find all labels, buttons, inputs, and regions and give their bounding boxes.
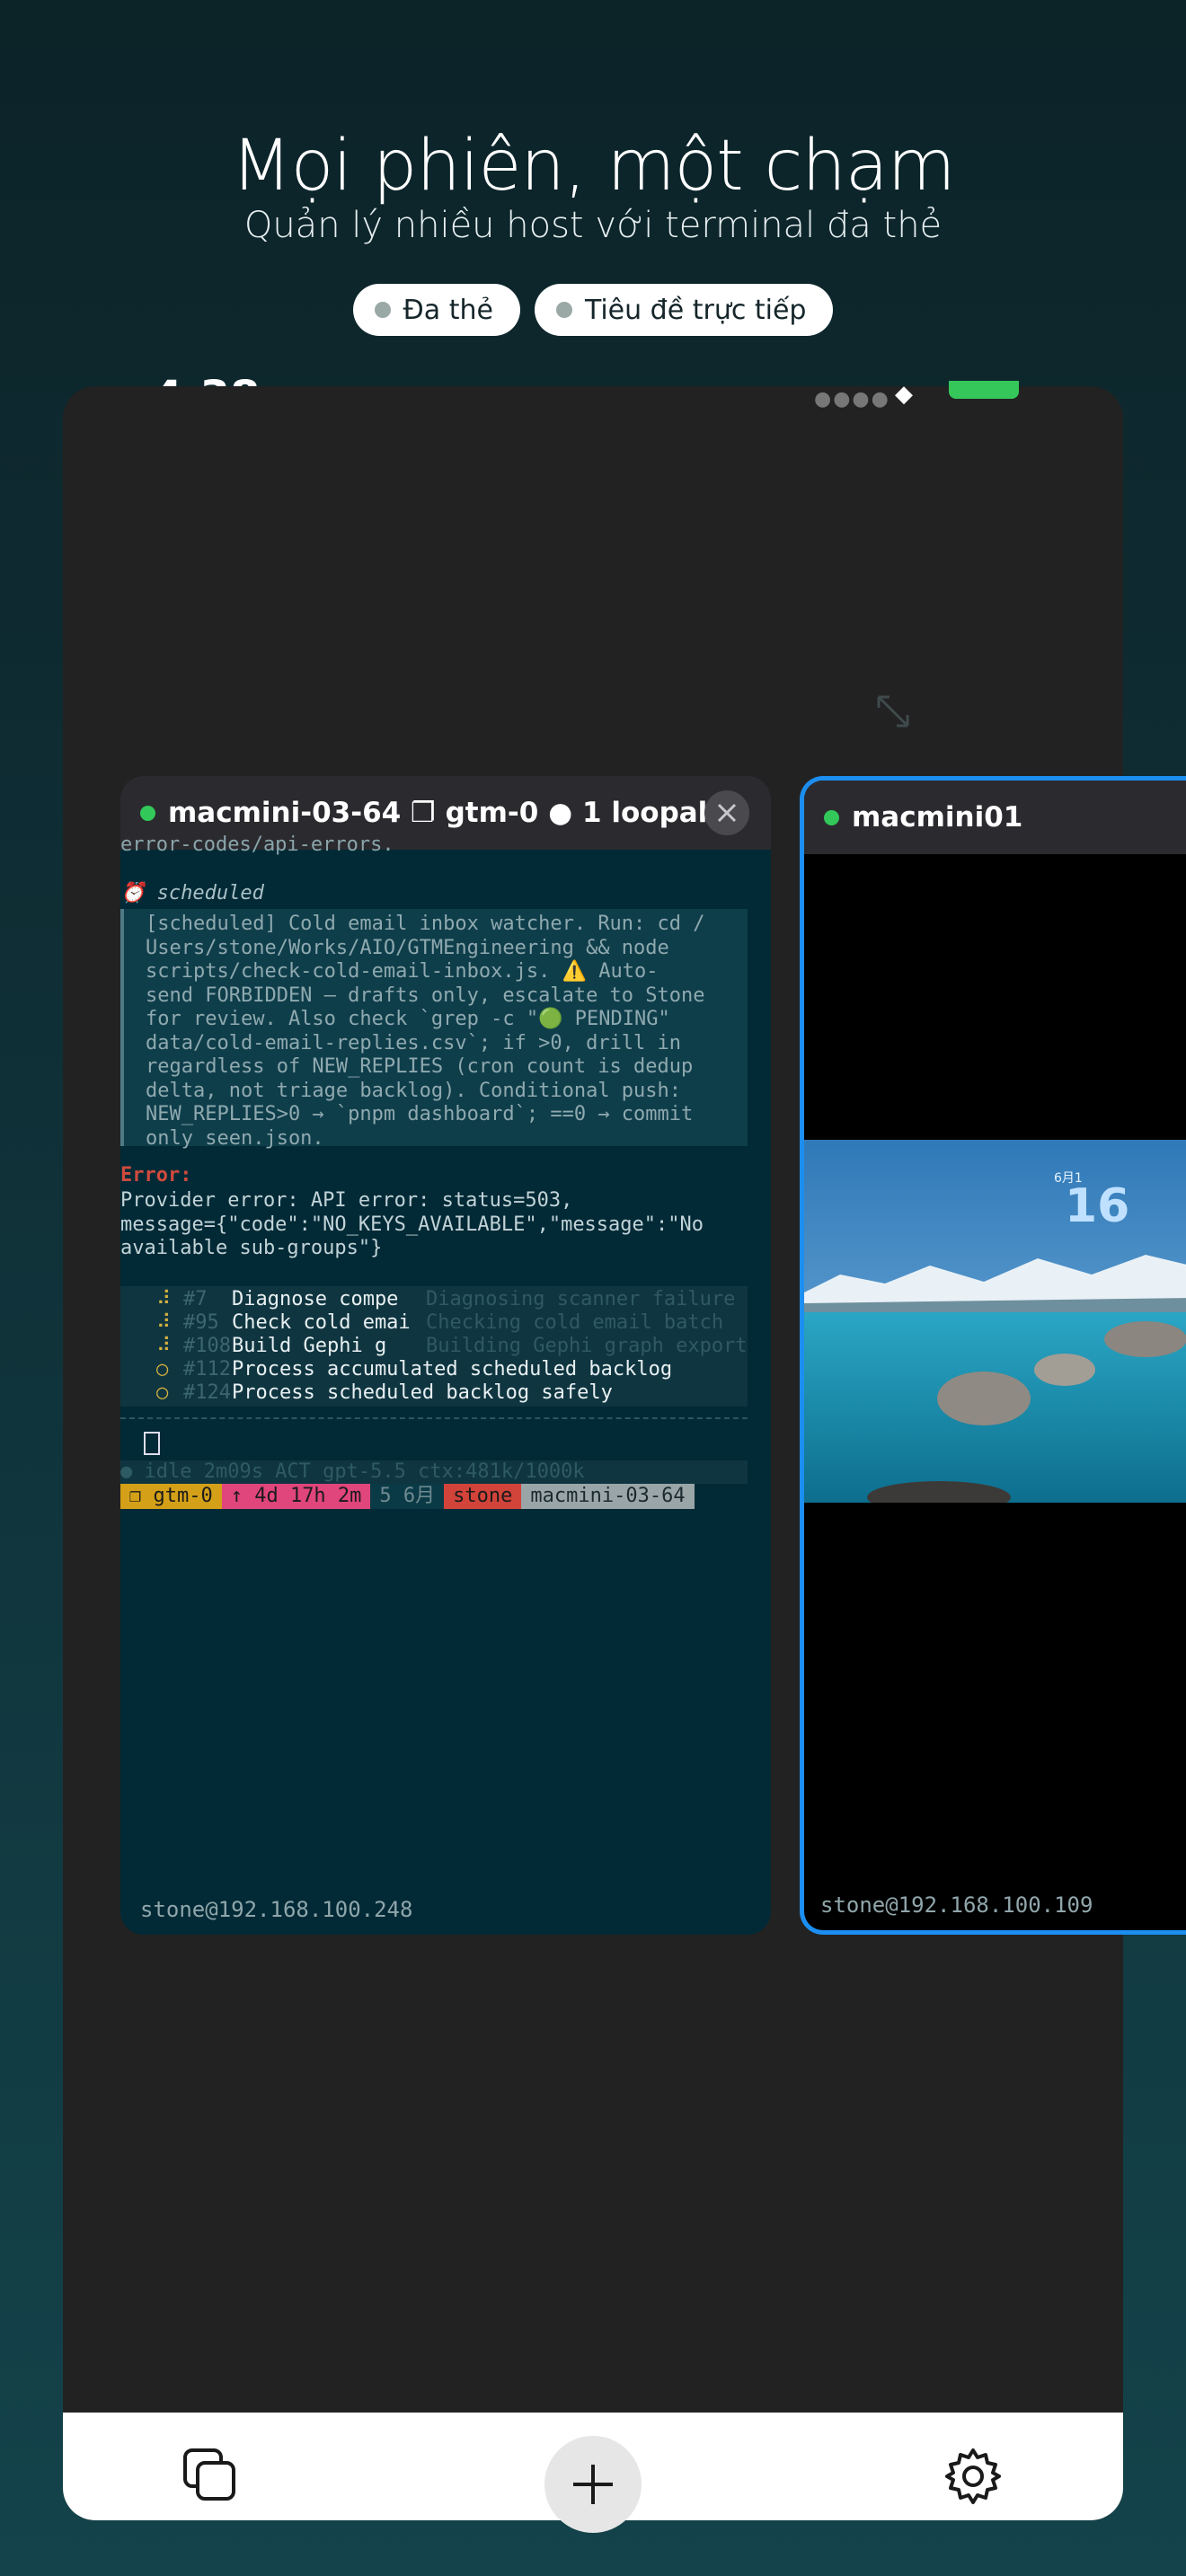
terminal-cursor	[144, 1432, 160, 1455]
session-card-macmini01[interactable]: macmini01 6月1 16 stone@192.168.100.109	[800, 776, 1186, 1935]
terminal-line: only seen.json.	[146, 1126, 324, 1150]
status-time: 4:38	[153, 341, 260, 386]
terminal-line: Provider error: API error: status=503,	[120, 1189, 573, 1212]
task-row: ⠼ #95 Check cold emai Checking cold emai…	[120, 1311, 748, 1335]
tmux-status-bar: ❐ gtm-0 ↑ 4d 17h 2m 5 6月 stone macmini-0…	[120, 1484, 771, 1509]
signal-icon: ●●●●	[814, 388, 890, 410]
tmux-date: 5 6月	[370, 1484, 445, 1509]
tmux-session: ❐ gtm-0	[120, 1484, 222, 1509]
task-status: Diagnosing scanner failure	[426, 1288, 736, 1310]
session-card-macmini-03-64[interactable]: macmini-03-64 ❐ gtm-0 ● 1 loopal error-c…	[120, 776, 771, 1935]
tmux-host: macmini-03-64	[521, 1484, 695, 1509]
terminal-line: NEW_REPLIES>0 → `pnpm dashboard`; ==0 → …	[146, 1103, 694, 1125]
agent-status-line: ● idle 2m09s ACT gpt-5.5 ctx:481k/1000k	[120, 1460, 748, 1484]
task-id: #124	[183, 1381, 231, 1404]
add-session-button[interactable]	[544, 2436, 642, 2533]
terminal-line: delta, not triage backlog). Conditional …	[146, 1079, 682, 1102]
terminal-line: [scheduled] Cold email inbox watcher. Ru…	[146, 913, 705, 935]
online-status-icon	[824, 809, 839, 825]
task-row: ⠼ #108 Build Gephi g Building Gephi grap…	[120, 1335, 748, 1358]
feature-pill-live-title: Tiêu đề trực tiếp	[534, 284, 834, 336]
task-id: #112	[183, 1358, 231, 1381]
terminal-view[interactable]: error-codes/api-errors. ⏰ scheduled [sch…	[120, 776, 771, 1935]
pending-circle-icon: ○	[156, 1358, 169, 1381]
task-text: Process scheduled backlog safely	[232, 1381, 613, 1404]
session-host-label: stone@192.168.100.248	[140, 1897, 413, 1922]
spinner-icon: ⠼	[156, 1335, 172, 1357]
task-row: ⠼ #7 Diagnose compe Diagnosing scanner f…	[120, 1288, 748, 1311]
page-title: Mọi phiên, một chạm	[231, 126, 955, 207]
tmux-uptime: ↑ 4d 17h 2m	[221, 1484, 371, 1509]
task-text: Check cold emai	[232, 1311, 411, 1334]
terminal-line: regardless of NEW_REPLIES (cron count is…	[146, 1055, 694, 1078]
divider	[120, 1417, 748, 1419]
error-message: Provider error: API error: status=503, m…	[120, 1189, 767, 1261]
terminal-line: for review. Also check `grep -c "🟢 PENDI…	[146, 1008, 670, 1030]
task-id: #95	[183, 1311, 219, 1334]
terminal-line: error-codes/api-errors.	[120, 834, 394, 856]
scheduled-label: ⏰ scheduled	[120, 882, 264, 904]
tmux-user: stone	[444, 1484, 522, 1509]
feature-pills: Đa thẻ Tiêu đề trực tiếp	[0, 284, 1186, 336]
spinner-icon: ⠼	[156, 1288, 172, 1310]
terminal-line: Users/stone/Works/AIO/GTMEngineering && …	[146, 936, 669, 959]
wifi-icon: ◆	[895, 381, 913, 408]
pill-label: Đa thẻ	[403, 294, 493, 326]
terminal-line: send FORBIDDEN — drafts only, escalate t…	[146, 984, 705, 1007]
task-status: Checking cold email batch	[426, 1311, 724, 1334]
pill-dot-icon	[555, 302, 572, 318]
page-subtitle: Quản lý nhiều host với terminal đa thẻ	[243, 205, 943, 246]
task-text: Build Gephi g	[232, 1335, 387, 1357]
error-title: Error:	[120, 1164, 192, 1187]
task-row: ○ #112 Process accumulated scheduled bac…	[120, 1358, 748, 1381]
task-row: ○ #124 Process scheduled backlog safely	[120, 1381, 748, 1405]
pending-circle-icon: ○	[156, 1381, 169, 1404]
task-text: Diagnose compe	[232, 1288, 399, 1310]
task-list: ⠼ #7 Diagnose compe Diagnosing scanner f…	[120, 1286, 748, 1407]
terminal-line: available sub-groups"}	[120, 1237, 383, 1259]
expand-icon[interactable]	[873, 692, 913, 731]
feature-pill-tabs: Đa thẻ	[352, 284, 520, 336]
session-card-header: macmini01	[804, 781, 1186, 854]
pill-label: Tiêu đề trực tiếp	[584, 294, 807, 326]
tabs-icon[interactable]	[181, 2447, 239, 2504]
task-id: #108	[183, 1335, 231, 1357]
session-title: macmini01	[852, 801, 1023, 834]
terminal-line: message={"code":"NO_KEYS_AVAILABLE","mes…	[120, 1213, 704, 1236]
terminal-line: scripts/check-cold-email-inbox.js. ⚠️ Au…	[146, 960, 659, 983]
pill-dot-icon	[374, 302, 391, 318]
spinner-icon: ⠼	[156, 1311, 172, 1334]
session-host-label: stone@192.168.100.109	[820, 1892, 1093, 1918]
scheduled-block: [scheduled] Cold email inbox watcher. Ru…	[120, 909, 748, 1150]
lockscreen-time: 16	[1065, 1179, 1130, 1233]
gear-icon[interactable]	[943, 2447, 1003, 2506]
task-status: Building Gephi graph export	[426, 1335, 748, 1357]
screen-preview-image: 6月1 16	[804, 1140, 1186, 1503]
plus-icon	[573, 2465, 613, 2504]
task-id: #7	[183, 1288, 208, 1310]
terminal-line: data/cold-email-replies.csv`; if >0, dri…	[146, 1031, 682, 1054]
task-text: Process accumulated scheduled backlog	[232, 1358, 673, 1381]
bottom-toolbar	[63, 2413, 1123, 2533]
battery-icon	[949, 381, 1019, 399]
